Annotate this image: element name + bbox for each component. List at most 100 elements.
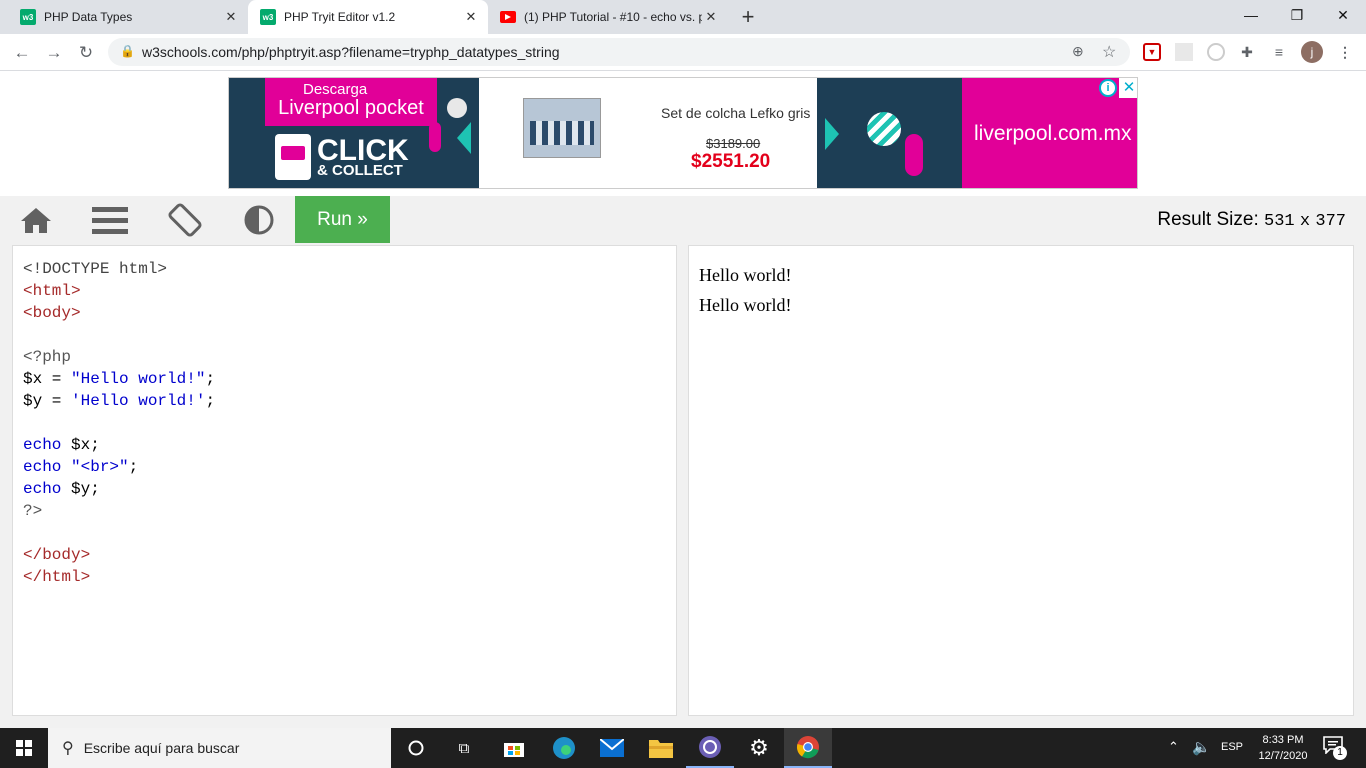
windows-start-icon[interactable] [0,728,48,768]
clock[interactable]: 8:33 PM 12/7/2020 [1254,732,1312,764]
home-icon[interactable] [16,202,56,238]
volume-icon[interactable]: 🔈 [1192,738,1211,756]
code-token: 'Hello world!' [71,392,206,410]
forward-icon[interactable]: → [40,39,68,67]
ad-promo-panel[interactable]: Descarga Liverpool pocket CLICK & COLLEC… [229,78,479,188]
prev-arrow-icon[interactable] [457,122,471,154]
chrome-icon[interactable] [784,728,832,768]
tab-title: PHP Data Types [44,10,133,24]
close-tab-icon[interactable]: ✕ [222,9,240,25]
code-line[interactable] [23,324,215,346]
result-output: Hello world! Hello world! [699,260,791,320]
language-indicator[interactable]: ESP [1221,741,1243,753]
zoom-icon[interactable]: ⊕ [1072,43,1084,60]
restore-icon[interactable]: ❐ [1274,0,1320,30]
code-line[interactable] [23,412,215,434]
code-line[interactable]: <?php [23,346,215,368]
product-title[interactable]: Set de colcha Lefko gris [661,105,810,121]
store-icon[interactable] [490,728,538,768]
task-view-icon[interactable]: ⧉ [440,728,488,768]
ad-brand-text: Liverpool pocket [278,97,424,119]
file-explorer-icon[interactable] [637,728,685,768]
tab-youtube-php-tutorial[interactable]: (1) PHP Tutorial - #10 - echo vs. p ✕ [488,0,728,34]
code-line[interactable]: $x = "Hello world!"; [23,368,215,390]
cortana-icon[interactable] [392,728,440,768]
code-line[interactable]: </html> [23,566,215,588]
menu-icon[interactable] [90,202,130,238]
puzzle-icon[interactable]: ✚ [1238,43,1256,61]
code-line[interactable] [23,522,215,544]
reload-icon[interactable]: ↻ [72,39,100,67]
ad-info-icon[interactable]: i [1099,79,1117,97]
edge-icon[interactable] [540,728,588,768]
ad-domain-text[interactable]: liverpool.com.mx [974,122,1132,146]
code-line[interactable]: <html> [23,280,215,302]
bookmark-star-icon[interactable]: ☆ [1102,42,1116,62]
code-line[interactable]: <body> [23,302,215,324]
taskbar-search-box[interactable]: ⚲ Escribe aquí para buscar [48,728,391,768]
new-tab-button[interactable]: + [736,4,760,30]
run-button[interactable]: Run » [295,196,390,243]
result-size-display: Result Size: 531 x 377 [1157,209,1346,231]
code-token: </html> [23,568,91,586]
code-token: ; [128,458,139,476]
address-bar[interactable]: 🔒 w3schools.com/php/phptryit.asp?filenam… [108,38,1130,66]
advertisement-banner[interactable]: Descarga Liverpool pocket CLICK & COLLEC… [228,77,1138,189]
back-icon[interactable]: ← [8,39,36,67]
settings-gear-icon[interactable]: ⚙ [735,728,783,768]
extension-icon[interactable] [1175,43,1193,61]
notifications-icon[interactable]: 1 [1323,736,1347,760]
code-token: <html> [23,282,81,300]
code-editor[interactable]: <!DOCTYPE html> <html> <body> <?php $x = "He… [12,245,677,716]
tab-php-tryit-editor[interactable]: w3 PHP Tryit Editor v1.2 ✕ [248,0,488,34]
result-frame[interactable]: Hello world! Hello world! [688,245,1354,716]
code-line[interactable]: $y = 'Hello world!'; [23,390,215,412]
clock-time: 8:33 PM [1262,734,1304,746]
code-token: <?php [23,348,72,366]
close-tab-icon[interactable]: ✕ [462,9,480,25]
browser-toolbar: ← → ↻ 🔒 w3schools.com/php/phptryit.asp?f… [0,34,1366,71]
media-queue-icon[interactable]: ≡ [1270,43,1288,61]
profile-avatar[interactable]: j [1301,41,1323,63]
notification-count: 1 [1333,746,1347,760]
ad-collect-text: & COLLECT [317,162,403,179]
ad-close-icon[interactable]: ✕ [1119,78,1137,98]
code-line[interactable]: echo $y; [23,478,215,500]
url-text[interactable]: w3schools.com/php/phptryit.asp?filename=… [142,44,560,60]
code-token: echo [23,480,62,498]
show-hidden-icons-icon[interactable]: ⌃ [1168,739,1179,755]
search-icon: ⚲ [62,740,74,757]
lock-icon[interactable]: 🔒 [120,44,135,58]
code-line[interactable]: echo "<br>"; [23,456,215,478]
close-window-icon[interactable]: ✕ [1320,0,1366,30]
code-token: ; [205,392,216,410]
code-line[interactable]: ?> [23,500,215,522]
code-token: <body> [23,304,81,322]
ornament-icon [905,134,923,176]
code-line[interactable]: <!DOCTYPE html> [23,258,215,280]
kebab-menu-icon[interactable]: ⋮ [1336,43,1354,61]
rotate-layout-icon[interactable] [165,202,205,238]
contrast-icon[interactable] [239,202,279,238]
product-image[interactable] [523,98,601,158]
extension-circle-icon[interactable] [1207,43,1225,61]
search-placeholder: Escribe aquí para buscar [83,740,240,756]
tab-title: (1) PHP Tutorial - #10 - echo vs. p [524,10,702,24]
code-line[interactable]: echo $x; [23,434,215,456]
new-price: $2551.20 [691,151,771,172]
code-token: <!DOCTYPE html> [23,260,168,278]
code-token: "<br>" [71,458,129,476]
next-arrow-icon[interactable] [825,118,839,150]
app-icon[interactable] [686,728,734,768]
result-width: 531 [1264,212,1295,231]
close-tab-icon[interactable]: ✕ [702,9,720,25]
extension-shield-icon[interactable]: ▼ [1143,43,1161,61]
result-height: 377 [1315,212,1346,231]
w3schools-icon: w3 [20,9,36,25]
mail-icon[interactable] [588,728,636,768]
minimize-icon[interactable]: — [1228,0,1274,30]
code-line[interactable]: </body> [23,544,215,566]
tab-php-data-types[interactable]: w3 PHP Data Types ✕ [0,0,248,34]
code-text[interactable]: <!DOCTYPE html> <html> <body> <?php $x = "He… [23,258,215,588]
